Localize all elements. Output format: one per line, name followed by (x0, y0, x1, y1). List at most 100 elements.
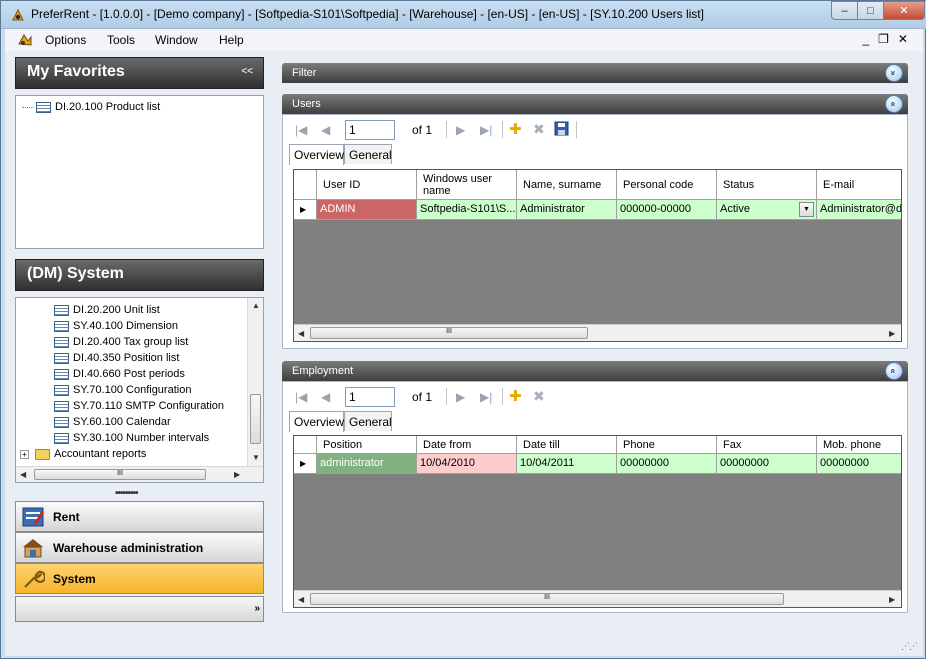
next-page-icon[interactable]: ▶ (456, 390, 465, 404)
column-header[interactable]: Status (717, 170, 817, 200)
status-cell[interactable]: Active ▼ (717, 200, 817, 220)
nav-rent-button[interactable]: Rent (15, 501, 264, 532)
toolbar-separator (502, 121, 503, 138)
save-icon[interactable] (554, 121, 569, 139)
users-page-input[interactable] (345, 120, 395, 140)
scroll-thumb[interactable]: III (310, 327, 588, 339)
maximize-button[interactable]: □ (857, 1, 884, 20)
nav-splitter[interactable]: ••••••••• (115, 488, 138, 499)
row-selector-icon[interactable]: ▶ (294, 200, 317, 220)
delete-icon[interactable]: ✖ (533, 121, 545, 138)
close-window-button[interactable]: ✕ (883, 1, 925, 20)
delete-icon[interactable]: ✖ (533, 388, 545, 405)
expand-icon[interactable]: + (20, 449, 29, 459)
tab-overview[interactable]: Overview (289, 411, 344, 432)
scroll-thumb[interactable]: III (34, 469, 206, 480)
column-header[interactable]: Date till (517, 436, 617, 454)
column-header[interactable]: Windows user name (417, 170, 517, 200)
table-cell[interactable]: Softpedia-S101\S... (417, 200, 517, 220)
scroll-thumb[interactable] (250, 394, 261, 444)
table-cell[interactable]: Administrator (517, 200, 617, 220)
folder-icon (35, 448, 50, 460)
tab-overview[interactable]: Overview (289, 144, 344, 165)
scroll-right-icon[interactable]: ▶ (889, 329, 895, 338)
column-header[interactable]: Position (317, 436, 417, 454)
first-page-icon[interactable]: |◀ (295, 390, 307, 404)
column-header[interactable]: Mob. phone (817, 436, 901, 454)
last-page-icon[interactable]: ▶| (480, 390, 492, 404)
tree-item[interactable]: SY.40.100 Dimension (54, 318, 178, 334)
minimize-button[interactable]: – (831, 1, 858, 20)
scroll-thumb[interactable]: III (310, 593, 784, 605)
favorites-collapse-button[interactable]: << (241, 66, 253, 77)
next-page-icon[interactable]: ▶ (456, 123, 465, 137)
favorites-item[interactable]: DI.20.100 Product list (22, 99, 160, 115)
scroll-right-icon[interactable]: ▶ (889, 595, 895, 604)
tab-general[interactable]: General (344, 144, 392, 164)
scroll-left-icon[interactable]: ◀ (298, 595, 304, 604)
table-cell[interactable]: Administrator@dc (817, 200, 901, 220)
scroll-left-icon[interactable]: ◀ (20, 470, 26, 479)
table-cell[interactable]: 10/04/2011 (517, 454, 617, 474)
table-cell[interactable]: 00000000 (617, 454, 717, 474)
column-header[interactable]: Date from (417, 436, 517, 454)
tree-item[interactable]: SY.70.100 Configuration (54, 382, 191, 398)
users-collapse-icon[interactable]: « (885, 95, 903, 113)
employment-grid-hscrollbar[interactable]: ◀ III ▶ (294, 590, 901, 607)
tree-item[interactable]: SY.60.100 Calendar (54, 414, 171, 430)
tree-horizontal-scrollbar[interactable]: ◀ III ▶ (16, 466, 263, 482)
table-cell[interactable]: 00000000 (717, 454, 817, 474)
add-icon[interactable]: ✚ (509, 387, 522, 405)
chevron-down-icon[interactable]: ▼ (799, 202, 814, 217)
employment-page-input[interactable] (345, 387, 395, 407)
column-header[interactable]: Name, surname (517, 170, 617, 200)
tree-item-folder[interactable]: + Accountant reports (20, 446, 146, 462)
tree-item[interactable]: DI.20.200 Unit list (54, 302, 160, 318)
first-page-icon[interactable]: |◀ (295, 123, 307, 137)
column-header[interactable]: Fax (717, 436, 817, 454)
rent-icon (22, 507, 45, 526)
column-header[interactable]: Phone (617, 436, 717, 454)
scroll-down-icon[interactable]: ▼ (252, 453, 260, 462)
tree-item[interactable]: DI.40.350 Position list (54, 350, 179, 366)
tab-general[interactable]: General (344, 411, 392, 431)
tree-item[interactable]: SY.70.110 SMTP Configuration (54, 398, 224, 414)
scroll-left-icon[interactable]: ◀ (298, 329, 304, 338)
title-bar[interactable]: PreferRent - [1.0.0.0] - [Demo company] … (1, 1, 926, 29)
tree-item[interactable]: DI.40.660 Post periods (54, 366, 185, 382)
table-cell[interactable]: 00000000 (817, 454, 901, 474)
filter-expand-icon[interactable]: » (885, 64, 903, 82)
menu-tools[interactable]: Tools (107, 33, 135, 47)
filter-header[interactable]: Filter » (282, 63, 908, 83)
table-cell[interactable]: 000000-00000 (617, 200, 717, 220)
nav-rent-label: Rent (53, 509, 80, 524)
table-cell[interactable]: ADMIN (317, 200, 417, 220)
nav-system-button[interactable]: System (15, 563, 264, 594)
scroll-up-icon[interactable]: ▲ (252, 301, 260, 310)
nav-warehouse-button[interactable]: Warehouse administration (15, 532, 264, 563)
column-header[interactable]: E-mail (817, 170, 901, 200)
mdi-child-controls[interactable]: _❐✕ (863, 32, 918, 46)
column-header[interactable]: Personal code (617, 170, 717, 200)
tree-item[interactable]: DI.20.400 Tax group list (54, 334, 188, 350)
prev-page-icon[interactable]: ◀ (321, 390, 330, 404)
add-icon[interactable]: ✚ (509, 120, 522, 138)
app-menu-icon[interactable] (17, 32, 33, 48)
table-cell[interactable]: administrator (317, 454, 417, 474)
last-page-icon[interactable]: ▶| (480, 123, 492, 137)
resize-grip-icon[interactable]: ⋰⋰ (901, 641, 918, 652)
scroll-right-icon[interactable]: ▶ (234, 470, 240, 479)
column-header[interactable]: User ID (317, 170, 417, 200)
nav-more-button[interactable]: » (254, 603, 260, 614)
users-grid-hscrollbar[interactable]: ◀ III ▶ (294, 324, 901, 341)
table-cell[interactable]: 10/04/2010 (417, 454, 517, 474)
menu-help[interactable]: Help (219, 33, 244, 47)
prev-page-icon[interactable]: ◀ (321, 123, 330, 137)
employment-collapse-icon[interactable]: « (885, 362, 903, 380)
toolbar-separator (502, 388, 503, 405)
row-selector-icon[interactable]: ▶ (294, 454, 317, 474)
tree-vertical-scrollbar[interactable]: ▲ ▼ (247, 298, 263, 466)
tree-item[interactable]: SY.30.100 Number intervals (54, 430, 209, 446)
menu-window[interactable]: Window (155, 33, 198, 47)
menu-options[interactable]: Options (45, 33, 86, 47)
